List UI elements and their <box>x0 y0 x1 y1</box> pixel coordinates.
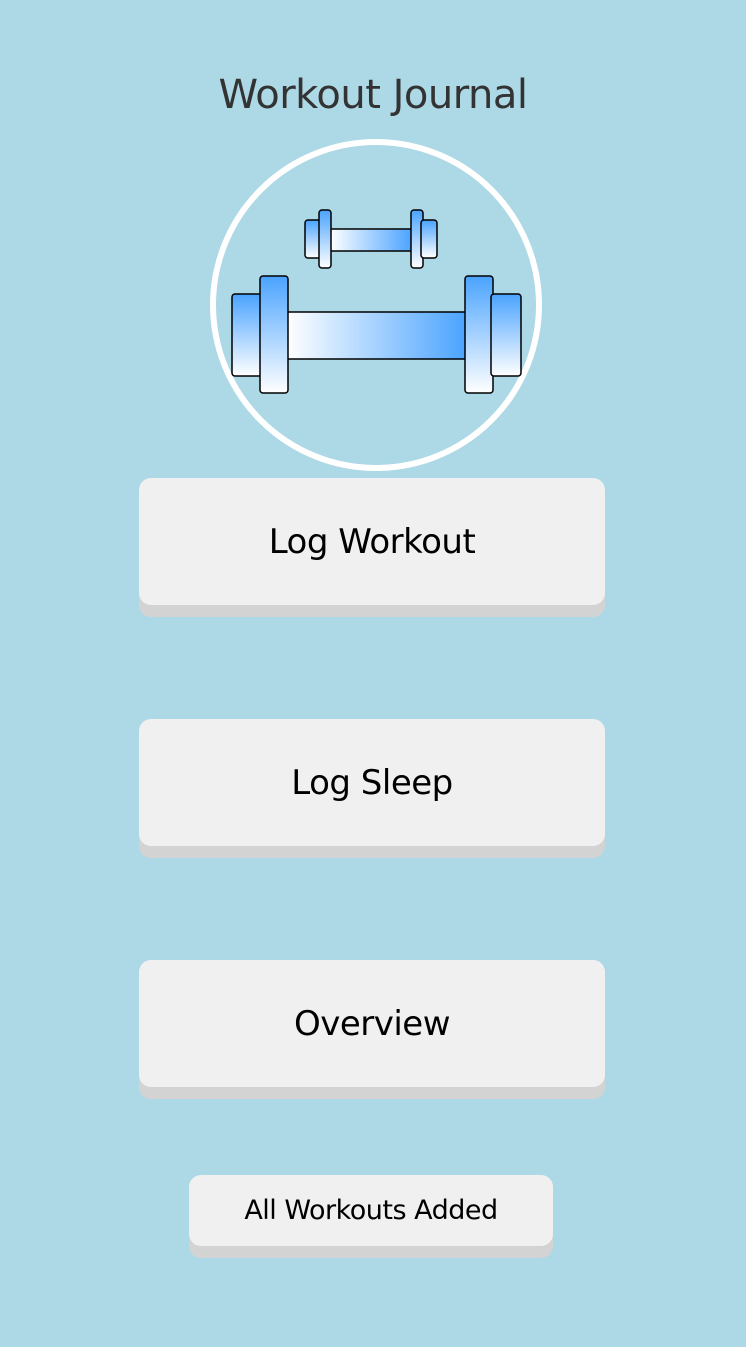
overview-button[interactable]: Overview <box>139 960 605 1087</box>
dumbbell-icon <box>210 139 542 471</box>
app-logo <box>209 138 543 472</box>
all-workouts-added-button[interactable]: All Workouts Added <box>189 1175 553 1246</box>
log-sleep-button[interactable]: Log Sleep <box>139 719 605 846</box>
log-workout-button[interactable]: Log Workout <box>139 478 605 605</box>
app-title: Workout Journal <box>218 72 528 118</box>
